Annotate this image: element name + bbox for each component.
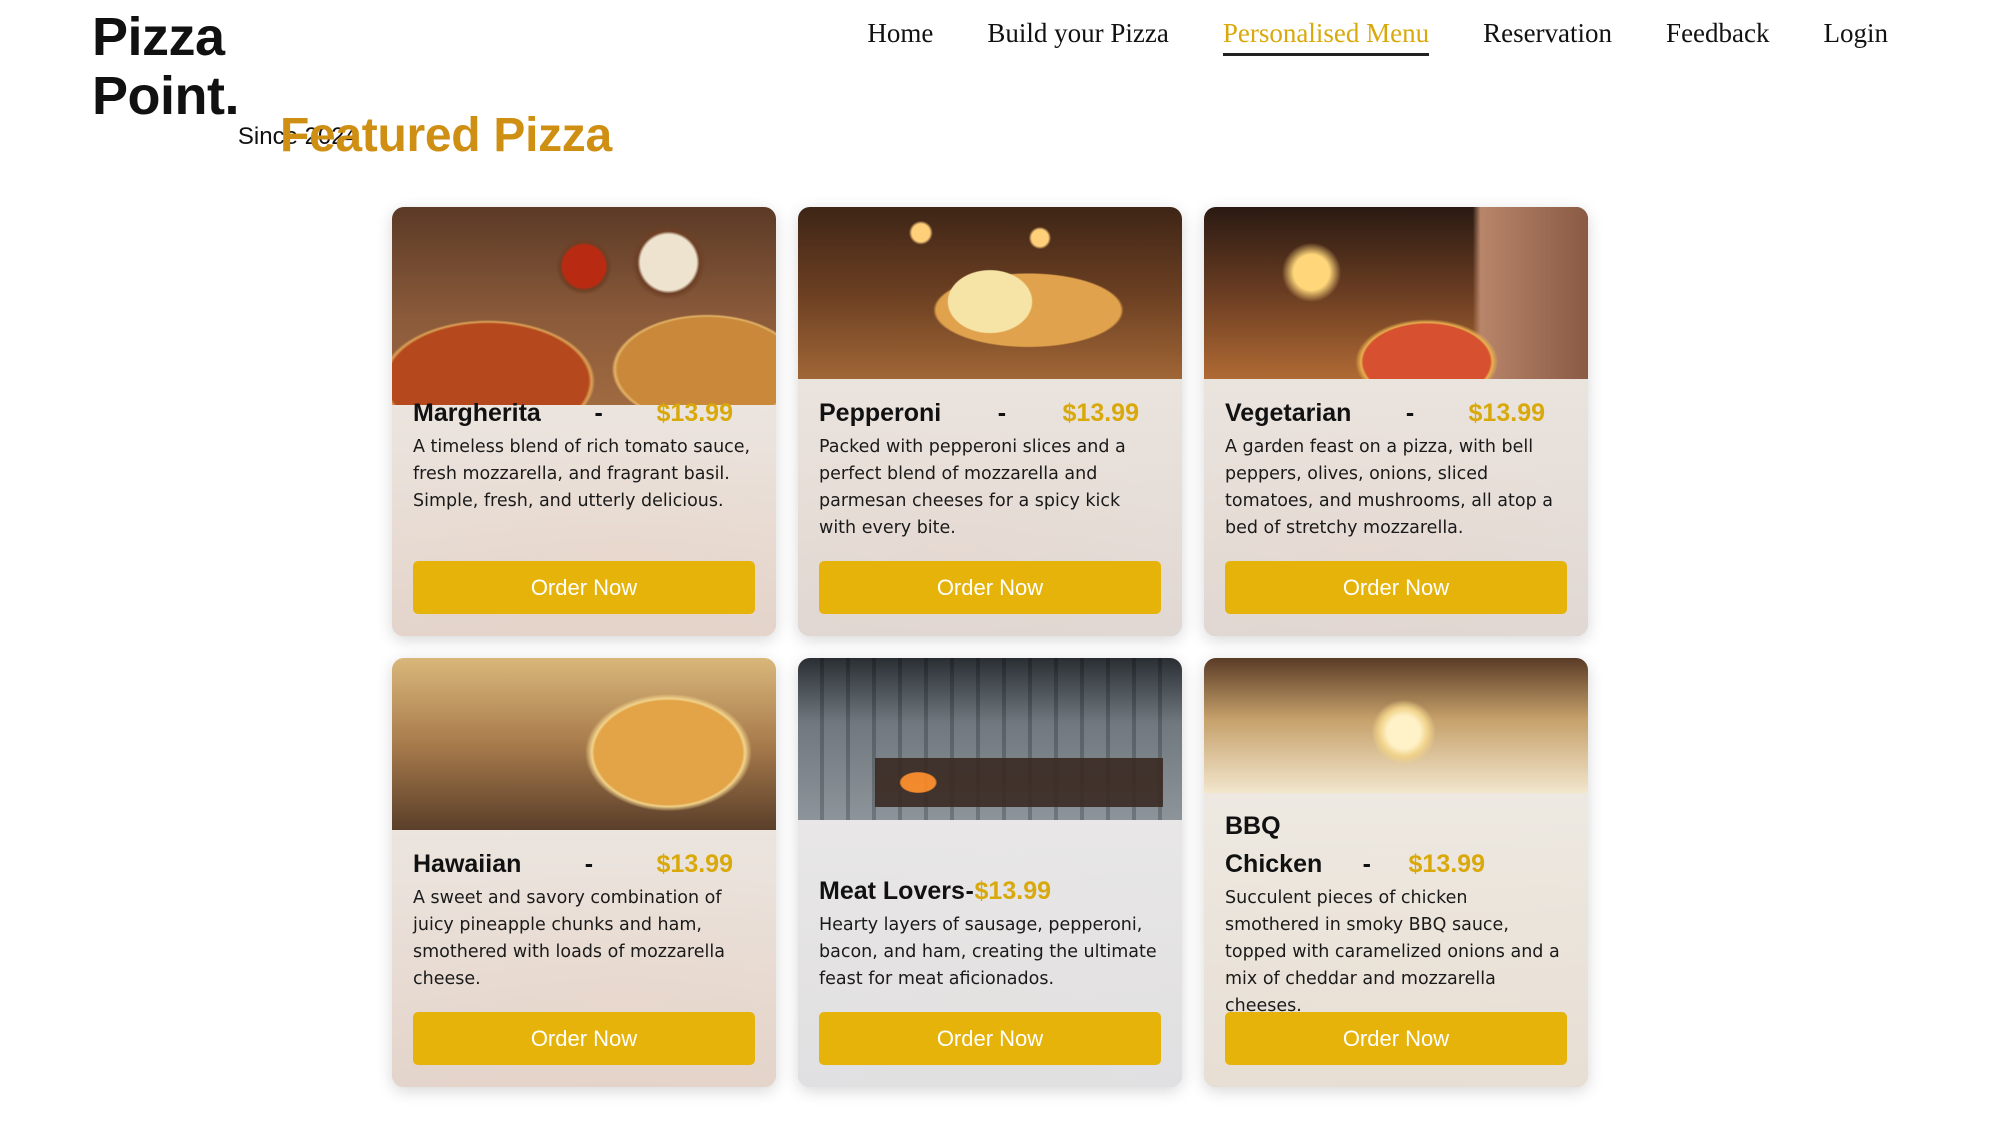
title-separator: -: [584, 850, 594, 878]
pizza-description: Succulent pieces of chicken smothered in…: [1225, 888, 1560, 1016]
pizza-description: Hearty layers of sausage, pepperoni, bac…: [819, 915, 1157, 989]
pizza-price: $13.99: [1408, 850, 1485, 878]
card-body: Pepperoni - $13.99 Packed with pepperoni…: [798, 394, 1182, 636]
pizza-card-meat-lovers: Meat Lovers - $13.99 Hearty layers of sa…: [798, 658, 1182, 1087]
card-body: Hawaiian - $13.99 A sweet and savory com…: [392, 845, 776, 1087]
order-now-button[interactable]: Order Now: [819, 1012, 1161, 1065]
pizza-description: Packed with pepperoni slices and a perfe…: [819, 437, 1126, 538]
pizza-price: $13.99: [656, 850, 733, 878]
order-now-button[interactable]: Order Now: [413, 1012, 755, 1065]
nav-build-your-pizza[interactable]: Build your Pizza: [987, 18, 1168, 56]
pizza-name: Hawaiian: [413, 850, 522, 878]
pizza-name: Meat Lovers: [819, 877, 965, 905]
title-separator: -: [1362, 850, 1371, 878]
pizza-price: $13.99: [656, 399, 733, 427]
title-separator: -: [1405, 399, 1415, 427]
pizza-card-margherita: Margherita - $13.99 A timeless blend of …: [392, 207, 776, 636]
pizza-card-hawaiian: Hawaiian - $13.99 A sweet and savory com…: [392, 658, 776, 1087]
pizza-name: Margherita: [413, 399, 541, 427]
card-title-row: Margherita - $13.99: [413, 394, 733, 432]
pizza-grid: Margherita - $13.99 A timeless blend of …: [392, 207, 1588, 1087]
section-title: Featured Pizza: [280, 109, 612, 162]
nav-login[interactable]: Login: [1824, 18, 1889, 56]
pizza-description: A timeless blend of rich tomato sauce, f…: [413, 437, 751, 511]
pizza-description: A sweet and savory combination of juicy …: [413, 888, 725, 989]
pizza-photo: [798, 658, 1182, 820]
card-body: Meat Lovers - $13.99 Hearty layers of sa…: [798, 872, 1182, 1087]
card-body: Margherita - $13.99 A timeless blend of …: [392, 394, 776, 636]
order-now-button[interactable]: Order Now: [413, 561, 755, 614]
nav-personalised-menu[interactable]: Personalised Menu: [1222, 18, 1430, 56]
title-separator: -: [594, 399, 603, 427]
pizza-name: Pepperoni: [819, 399, 942, 427]
nav-reservation[interactable]: Reservation: [1483, 18, 1612, 56]
card-title-row: Meat Lovers - $13.99: [819, 872, 1051, 910]
title-separator: -: [965, 877, 974, 905]
pizza-photo: [1204, 207, 1588, 379]
card-title-row: Hawaiian - $13.99: [413, 845, 733, 883]
pizza-photo: [392, 658, 776, 830]
pizza-photo: [392, 207, 776, 405]
pizza-card-vegetarian: Vegetarian - $13.99 A garden feast on a …: [1204, 207, 1588, 636]
main-nav: Home Build your Pizza Personalised Menu …: [867, 18, 1888, 56]
pizza-price: $13.99: [974, 877, 1051, 905]
title-separator: -: [997, 399, 1007, 427]
pizza-name: BBQ Chicken: [1225, 812, 1323, 878]
pizza-price: $13.99: [1062, 399, 1139, 427]
pizza-price: $13.99: [1468, 399, 1545, 427]
pizza-photo: [1204, 658, 1588, 793]
nav-feedback[interactable]: Feedback: [1666, 18, 1769, 56]
card-body: Vegetarian - $13.99 A garden feast on a …: [1204, 394, 1588, 636]
card-title-row: BBQ Chicken - $13.99: [1225, 807, 1485, 883]
order-now-button[interactable]: Order Now: [819, 561, 1161, 614]
pizza-description: A garden feast on a pizza, with bell pep…: [1225, 437, 1553, 538]
card-body: BBQ Chicken - $13.99 Succulent pieces of…: [1204, 807, 1588, 1087]
card-title-row: Pepperoni - $13.99: [819, 394, 1139, 432]
order-now-button[interactable]: Order Now: [1225, 561, 1567, 614]
card-title-row: Vegetarian - $13.99: [1225, 394, 1545, 432]
pizza-card-bbq-chicken: BBQ Chicken - $13.99 Succulent pieces of…: [1204, 658, 1588, 1087]
nav-home[interactable]: Home: [867, 18, 933, 56]
pizza-card-pepperoni: Pepperoni - $13.99 Packed with pepperoni…: [798, 207, 1182, 636]
pizza-name: Vegetarian: [1225, 399, 1352, 427]
pizza-photo: [798, 207, 1182, 379]
